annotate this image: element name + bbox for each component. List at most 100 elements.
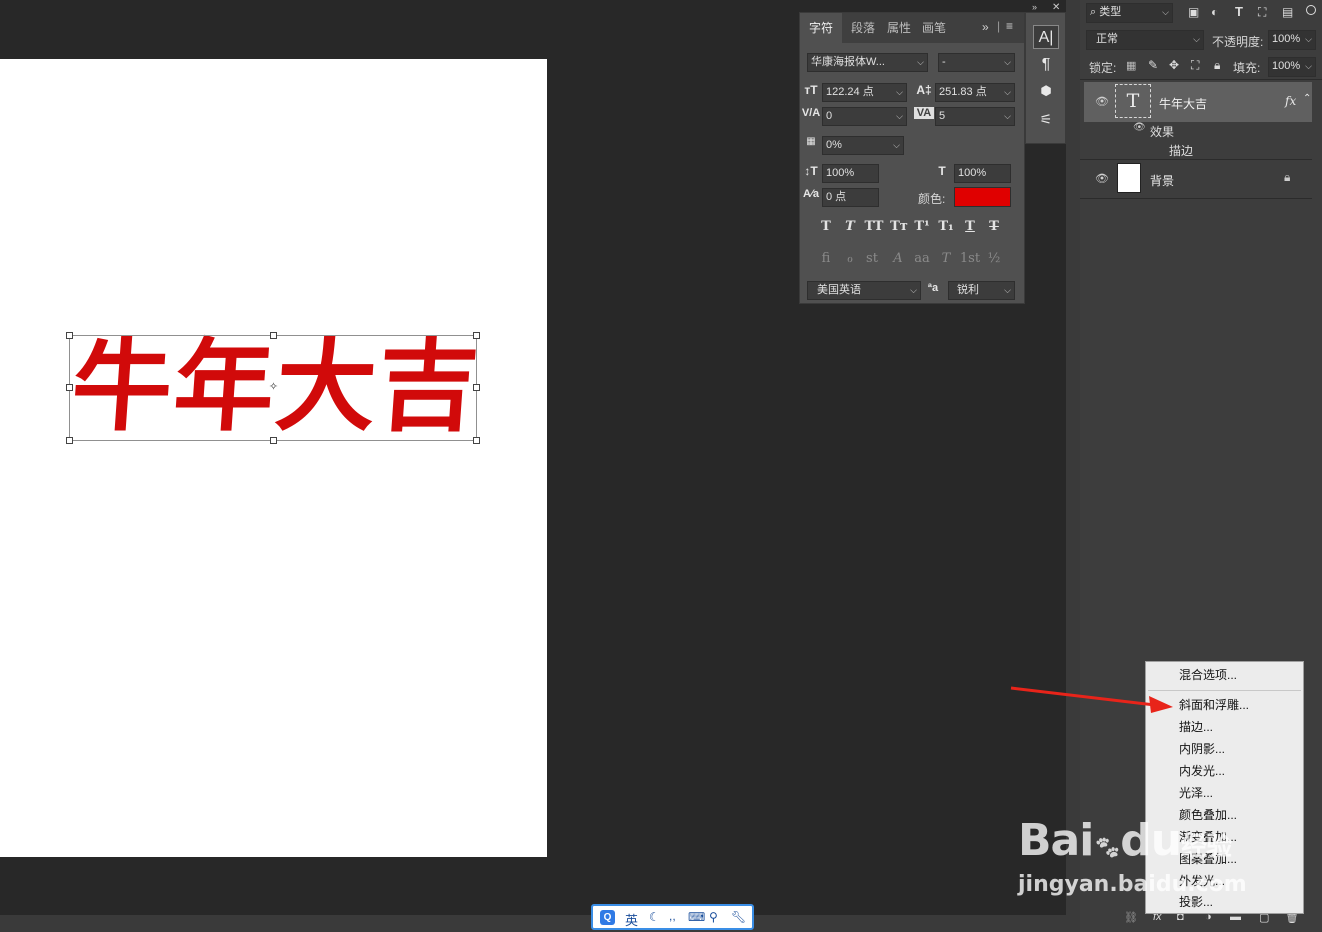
adjustments-panel-icon[interactable]: ⚟	[1033, 107, 1059, 131]
opacity-label: 不透明度:	[1212, 35, 1264, 49]
transform-handle-bottom-left[interactable]	[66, 437, 73, 444]
lock-position-icon[interactable]: ✥	[1169, 58, 1179, 72]
layer-filter-select[interactable]: ⌕ 类型 ⌵	[1086, 3, 1173, 23]
kerning-field[interactable]: 0 ⌵	[822, 107, 907, 126]
tab-brush[interactable]: 画笔	[915, 13, 953, 43]
fractions-button[interactable]: ½	[984, 251, 1004, 266]
lock-transparent-icon[interactable]: ▦	[1126, 59, 1136, 72]
transform-handle-middle-right[interactable]	[473, 384, 480, 391]
eye-icon[interactable]: 👁︎	[1094, 95, 1110, 108]
lock-paint-icon[interactable]: ✎	[1148, 58, 1158, 72]
ime-settings-icon[interactable]: 🔧︎	[731, 910, 746, 924]
transform-handle-top-right[interactable]	[473, 332, 480, 339]
link-icon[interactable]: ⛓︎	[1124, 911, 1138, 924]
status-bar	[0, 915, 1080, 932]
transform-handle-bottom-middle[interactable]	[270, 437, 277, 444]
type-style-buttons: T T TT Tт T¹ T₁ T T	[816, 219, 1016, 239]
layer-row-text[interactable]: 👁︎ T 牛年大吉 fx ⌃	[1084, 82, 1312, 122]
transform-handle-top-left[interactable]	[66, 332, 73, 339]
faux-bold-button[interactable]: T	[816, 219, 836, 234]
dock-collapse-icon[interactable]: »	[1032, 2, 1037, 12]
text-color-swatch[interactable]	[954, 187, 1011, 207]
transform-handle-top-middle[interactable]	[270, 332, 277, 339]
ime-language-toggle[interactable]: 英	[625, 910, 638, 929]
superscript-button[interactable]: T¹	[912, 219, 932, 234]
lock-all-icon[interactable]: 🔒︎	[1214, 58, 1220, 73]
document-canvas[interactable]	[0, 59, 547, 857]
ligatures-button[interactable]: fi	[816, 251, 836, 266]
ordinals-button[interactable]: 1st	[958, 251, 982, 266]
tsume-field[interactable]: 0% ⌵	[822, 136, 904, 155]
chevron-up-icon[interactable]: ⌃	[1303, 93, 1311, 104]
strikethrough-button[interactable]: T	[984, 219, 1004, 234]
filter-toggle-icon[interactable]	[1306, 5, 1316, 15]
transform-handle-bottom-right[interactable]	[473, 437, 480, 444]
paragraph-panel-icon[interactable]: ¶	[1033, 53, 1059, 77]
text-layer-thumbnail-icon: T	[1115, 84, 1151, 118]
layer-row-background[interactable]: 👁︎ 背景 🔒︎	[1084, 160, 1312, 198]
layer-effect-stroke-row[interactable]: 描边	[1084, 140, 1312, 158]
character-panel-icon[interactable]: A|	[1033, 25, 1059, 49]
dock-close-icon[interactable]: ✕	[1052, 2, 1060, 13]
font-style-select[interactable]: - ⌵	[938, 53, 1015, 72]
filter-shape-icon[interactable]: ⛶	[1258, 5, 1266, 20]
fill-field[interactable]: 100% ⌵	[1268, 57, 1316, 77]
vertical-scale-field[interactable]: 100%	[822, 164, 879, 183]
tab-paragraph[interactable]: 段落	[844, 13, 882, 43]
chevron-down-icon: ⌵	[910, 285, 917, 295]
subscript-button[interactable]: T₁	[936, 219, 956, 234]
transform-handle-middle-left[interactable]	[66, 384, 73, 391]
titling-alternates-button[interactable]: T	[936, 251, 956, 266]
tab-character[interactable]: 字符	[800, 13, 842, 43]
opentype-buttons: fi ℴ st A aa T 1st ½	[816, 251, 1016, 271]
fx-icon[interactable]: fx	[1285, 94, 1296, 108]
chevron-down-icon: ⌵	[1004, 57, 1011, 67]
menu-item-satin[interactable]: 光泽...	[1146, 782, 1303, 804]
antialias-select[interactable]: 锐利 ⌵	[948, 281, 1015, 300]
tracking-field[interactable]: 5 ⌵	[935, 107, 1015, 126]
leading-field[interactable]: 251.83 点 ⌵	[935, 83, 1015, 102]
horizontal-scale-field[interactable]: 100%	[954, 164, 1011, 183]
watermark-logo: Bai🐾︎du经验	[1018, 815, 1232, 866]
ime-toolbar[interactable]: Q 英 ☾ ,, ⌨ ⚲ 🔧︎	[591, 904, 754, 930]
ime-voice-icon[interactable]: ⚲	[709, 910, 718, 924]
ime-halfwidth-icon[interactable]: ☾	[649, 910, 660, 924]
filter-pixel-icon[interactable]: ▣	[1188, 5, 1199, 19]
ime-keyboard-icon[interactable]: ⌨	[688, 910, 705, 924]
panel-menu-icon[interactable]: ≡	[1006, 19, 1013, 33]
menu-item-inner-glow[interactable]: 内发光...	[1146, 760, 1303, 782]
all-caps-button[interactable]: TT	[862, 219, 886, 234]
filter-smart-object-icon[interactable]: ▤	[1282, 5, 1293, 19]
underline-button[interactable]: T	[960, 219, 980, 234]
3d-panel-icon[interactable]: ⬢	[1033, 79, 1059, 103]
scrollbar[interactable]	[1066, 0, 1080, 932]
blend-mode-select[interactable]: 正常 ⌵	[1086, 30, 1204, 50]
filter-type-icon[interactable]: T	[1235, 4, 1243, 19]
ime-punctuation-icon[interactable]: ,,	[669, 909, 676, 923]
panel-expand-icon[interactable]: »	[982, 20, 989, 34]
menu-item-inner-shadow[interactable]: 内阴影...	[1146, 738, 1303, 760]
stylistic-alternates-button[interactable]: aa	[912, 251, 932, 266]
tab-properties[interactable]: 属性	[880, 13, 918, 43]
language-select[interactable]: 美国英语 ⌵	[807, 281, 921, 300]
swash-button[interactable]: A	[888, 251, 908, 266]
layer-effects-row[interactable]: 👁︎ 效果	[1084, 122, 1312, 140]
baseline-shift-field[interactable]: 0 点	[822, 188, 879, 207]
transform-center-icon[interactable]: ✧	[268, 382, 279, 393]
font-family-select[interactable]: 华康海报体W... ⌵	[807, 53, 928, 72]
filter-adjustment-icon[interactable]: ◐	[1211, 5, 1218, 19]
eye-icon[interactable]: 👁︎	[1133, 122, 1146, 133]
chevron-down-icon: ⌵	[896, 111, 903, 121]
faux-italic-button[interactable]: T	[840, 219, 860, 234]
layer-name[interactable]: 背景	[1150, 172, 1174, 189]
ime-logo-icon[interactable]: Q	[600, 910, 615, 925]
eye-icon[interactable]: 👁︎	[1094, 172, 1110, 185]
fill-label: 填充:	[1233, 61, 1261, 75]
discretionary-ligatures-button[interactable]: ℴ	[840, 251, 860, 266]
font-size-field[interactable]: 122.24 点 ⌵	[822, 83, 907, 102]
opacity-field[interactable]: 100% ⌵	[1268, 30, 1316, 50]
small-caps-button[interactable]: Tт	[888, 219, 910, 234]
contextual-alternates-button[interactable]: st	[862, 251, 882, 266]
lock-artboard-icon[interactable]: ⛶	[1191, 58, 1199, 73]
layer-name[interactable]: 牛年大吉	[1159, 95, 1207, 112]
